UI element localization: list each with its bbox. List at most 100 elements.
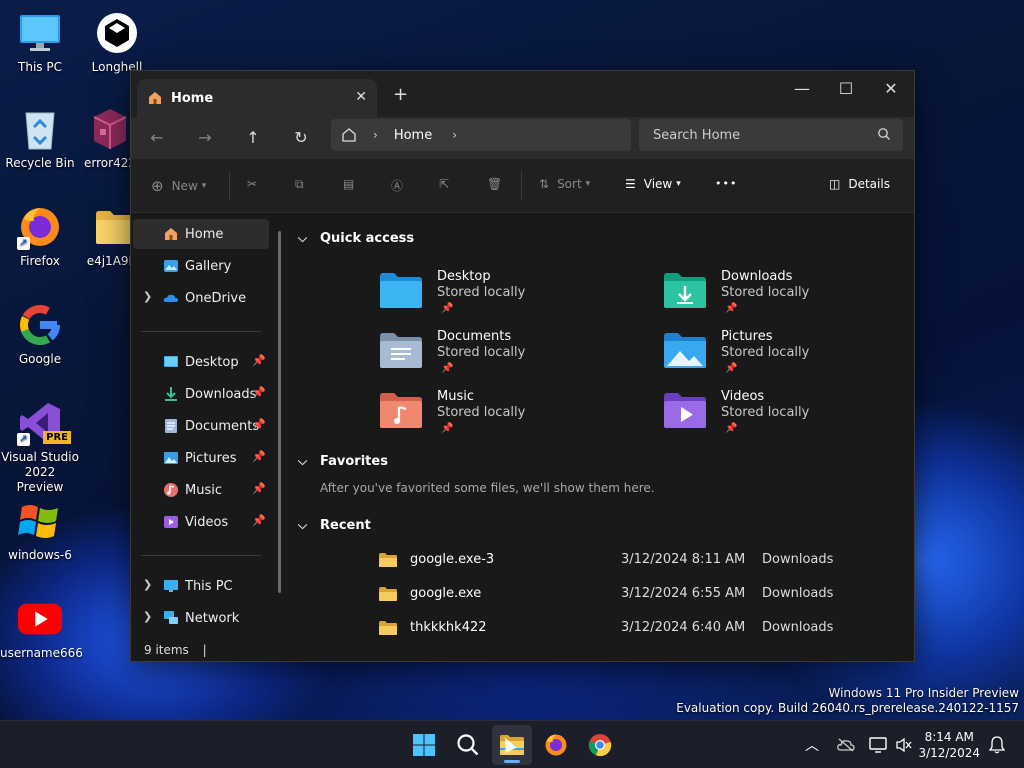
desktop-icon-username666[interactable]: username666 [0, 596, 83, 661]
new-tab-button[interactable]: + [393, 84, 408, 105]
pin-icon[interactable]: 📌 [252, 450, 266, 463]
maximize-icon[interactable]: ☐ [836, 79, 856, 98]
sort-button[interactable]: ⇅ Sort ▾ [539, 177, 590, 191]
up-arrow-icon[interactable]: ↑ [243, 128, 263, 147]
recent-row[interactable]: google.exe-3 3/12/2024 8:11 AM Downloads [378, 550, 838, 574]
sidebar-item-network[interactable]: ❯ Network [133, 603, 269, 633]
sidebar-item-onedrive[interactable]: ❯ OneDrive [133, 283, 269, 313]
quick-access-music[interactable]: Music Stored locally 📌 [379, 389, 619, 447]
tab-title: Home [171, 90, 214, 106]
details-button[interactable]: ◫ Details [829, 177, 890, 191]
pin-icon: 📌 [441, 363, 454, 374]
watermark-line-2: Evaluation copy. Build 26040.rs_prerelea… [676, 701, 1019, 715]
file-explorer-window: Home ✕ + — ☐ ✕ ← → ↑ ↻ › Home › Search H… [130, 70, 915, 662]
quick-access-videos[interactable]: Videos Stored locally 📌 [663, 389, 903, 447]
sidebar-item-pictures[interactable]: Pictures 📌 [133, 443, 269, 473]
pin-icon: 📌 [725, 363, 738, 374]
close-tab-icon[interactable]: ✕ [355, 89, 367, 105]
pin-icon[interactable]: 📌 [252, 354, 266, 367]
desktop-icon-windows-6[interactable]: windows-6 [0, 498, 80, 563]
copy-icon[interactable]: ⧉ [295, 177, 304, 192]
sidebar-item-music[interactable]: Music 📌 [133, 475, 269, 505]
search-button[interactable] [448, 725, 488, 765]
recent-row[interactable]: google.exe 3/12/2024 6:55 AM Downloads [378, 584, 838, 608]
sidebar-scrollbar[interactable] [278, 231, 281, 593]
volume-tray-icon[interactable] [892, 721, 916, 768]
desktop-icon-firefox[interactable]: ↗ Firefox [0, 204, 80, 269]
breadcrumb-chevron-icon[interactable]: › [452, 128, 457, 142]
breadcrumb-home[interactable]: Home [394, 128, 432, 143]
pin-icon[interactable]: 📌 [252, 514, 266, 527]
quick-access-downloads[interactable]: Downloads Stored locally 📌 [663, 269, 903, 327]
sidebar-item-downloads[interactable]: Downloads 📌 [133, 379, 269, 409]
unity-icon [94, 10, 140, 56]
sidebar-item-documents[interactable]: Documents 📌 [133, 411, 269, 441]
share-icon[interactable]: ⇱ [439, 177, 449, 191]
desktop-icon-visual-studio[interactable]: PRE ↗ Visual Studio 2022 Preview [0, 400, 80, 495]
pin-icon[interactable]: 📌 [252, 418, 266, 431]
cut-icon[interactable]: ✂ [247, 177, 257, 191]
chevron-down-icon: ▾ [585, 179, 591, 189]
minimize-icon[interactable]: — [792, 79, 812, 98]
folder-icon [379, 553, 397, 567]
sidebar-item-gallery[interactable]: Gallery [133, 251, 269, 281]
show-hidden-icons-button[interactable]: ︿ [800, 721, 824, 768]
rename-icon[interactable]: Ⓐ [391, 177, 403, 194]
chrome-icon [588, 734, 612, 757]
delete-icon[interactable]: 🗑 [487, 177, 502, 191]
firefox-taskbar-button[interactable] [536, 725, 576, 765]
windows-logo-icon [17, 498, 63, 544]
onedrive-cloud-icon [163, 294, 178, 302]
chevron-right-icon[interactable]: ❯ [143, 578, 152, 591]
file-explorer-taskbar-button[interactable] [492, 725, 532, 765]
plus-circle-icon: ⊕ [151, 177, 164, 195]
shortcut-arrow-icon: ↗ [17, 237, 30, 250]
view-button[interactable]: ☰ View ▾ [625, 177, 681, 191]
sidebar-item-desktop[interactable]: Desktop 📌 [133, 347, 269, 377]
sidebar-item-home[interactable]: Home [133, 219, 269, 249]
start-button[interactable] [404, 725, 444, 765]
command-bar: ⊕ New ▾ ✂ ⧉ ▤ Ⓐ ⇱ 🗑 ⇅ Sort ▾ ☰ View ▾ ••… [131, 159, 914, 213]
address-bar[interactable]: › Home › [331, 119, 631, 151]
back-arrow-icon[interactable]: ← [147, 128, 167, 147]
system-clock[interactable]: 8:14 AM 3/12/2024 [918, 729, 980, 761]
more-options-button[interactable]: ••• [715, 177, 737, 190]
quick-access-desktop[interactable]: Desktop Stored locally 📌 [379, 269, 619, 327]
windows-start-icon [413, 734, 435, 756]
chevron-right-icon[interactable]: ❯ [143, 610, 152, 623]
search-input[interactable]: Search Home [639, 119, 903, 151]
quick-access-header[interactable]: ⌵ Quick access [298, 231, 414, 246]
taskbar: ︿ 8:14 AM 3/12/2024 [0, 720, 1024, 768]
refresh-icon[interactable]: ↻ [291, 128, 311, 147]
desktop-icon-google[interactable]: Google [0, 302, 80, 367]
pin-icon: 📌 [441, 423, 454, 434]
desktop-icon-longhell[interactable]: Longhell [77, 10, 157, 75]
sidebar-item-videos[interactable]: Videos 📌 [133, 507, 269, 537]
sidebar-item-this-pc[interactable]: ❯ This PC [133, 571, 269, 601]
search-icon [877, 127, 891, 145]
sidebar-item-label: Network [185, 610, 240, 626]
quick-access-pictures[interactable]: Pictures Stored locally 📌 [663, 329, 903, 387]
onedrive-tray-icon[interactable] [834, 721, 858, 768]
pin-icon[interactable]: 📌 [252, 482, 266, 495]
desktop-icon-recycle-bin[interactable]: Recycle Bin [0, 106, 80, 171]
notifications-button[interactable] [986, 721, 1008, 768]
chrome-taskbar-button[interactable] [580, 725, 620, 765]
chevron-right-icon[interactable]: ❯ [143, 290, 152, 303]
close-window-icon[interactable]: ✕ [881, 79, 901, 98]
tab-home[interactable]: Home ✕ [137, 79, 377, 117]
favorites-header[interactable]: ⌵ Favorites [298, 454, 388, 469]
quick-access-documents[interactable]: Documents Stored locally 📌 [379, 329, 619, 387]
sidebar-item-label: This PC [185, 578, 233, 594]
forward-arrow-icon[interactable]: → [195, 128, 215, 147]
folder-name: Music [437, 389, 474, 404]
chevron-down-icon: ⌵ [298, 454, 308, 468]
desktop-icon-label: Google [18, 352, 62, 366]
pin-icon[interactable]: 📌 [252, 386, 266, 399]
paste-icon[interactable]: ▤ [343, 177, 354, 191]
recent-header[interactable]: ⌵ Recent [298, 518, 371, 533]
new-button[interactable]: ⊕ New ▾ [151, 177, 206, 195]
monitor-icon [164, 580, 178, 592]
desktop-icon-this-pc[interactable]: This PC [0, 10, 80, 75]
network-tray-icon[interactable] [866, 721, 890, 768]
